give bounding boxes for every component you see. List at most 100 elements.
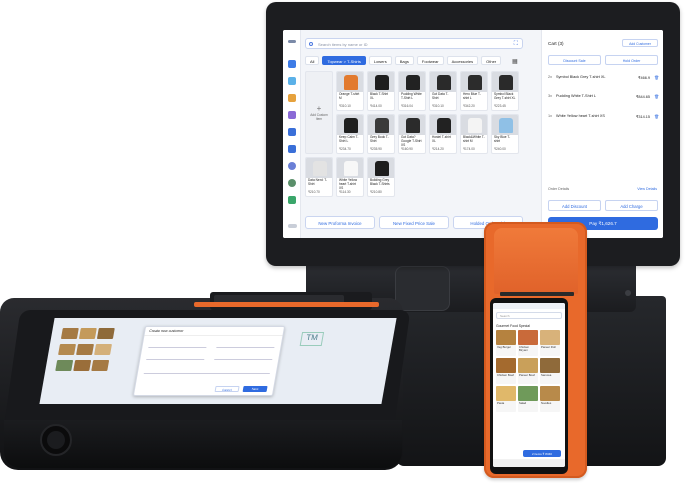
cart-item[interactable]: 1x White Yellow heart T-shirt XS ₹314.15… [548,114,660,122]
cart-item[interactable]: 3x Pudding White T-Shirt L ₹844.65 🗑 [548,94,660,102]
tshirt-icon [375,118,389,133]
delete-icon[interactable]: 🗑 [654,114,659,119]
catalog-icon[interactable] [288,94,296,102]
pos-hardware-scene: Search items by name or ID ⛶ All Topwear… [0,0,686,484]
handheld-menu-item[interactable]: Salad [518,386,538,412]
modal-save-button[interactable]: Save [242,386,268,392]
product-image [492,72,518,92]
modal-field[interactable] [146,355,206,360]
bag-icon[interactable] [288,60,296,68]
tab-lowers[interactable]: Lowers [368,56,392,65]
hold-order-button[interactable]: Hold Order [605,55,658,65]
product-card[interactable]: Black T-Shirt XL ₹414.00 [367,71,395,111]
food-thumbnail[interactable] [96,328,115,339]
product-card[interactable]: Building Grey Black T-Shirts ₹210.80 [367,157,395,197]
handheld-menu-item[interactable]: Pasta [496,386,516,412]
store-icon[interactable] [288,128,296,136]
toggle-icon[interactable] [288,224,297,228]
barcode-scan-icon[interactable]: ⛶ [514,41,518,48]
food-thumbnail[interactable] [58,344,76,355]
tab-accessories[interactable]: Accessories [446,56,479,65]
phone-icon[interactable] [288,77,296,85]
product-card[interactable]: Data Nerd: T-Shirt ₹210.70 [305,157,333,197]
product-name: Hostel T-shirt XL [432,135,451,143]
product-card[interactable]: Symbol Black Grey T-shirt XL ₹223.45 [491,71,519,111]
product-price: ₹160.90 [401,147,413,151]
handheld-title: Gourmet Food Special [496,324,530,328]
view-details-link[interactable]: View Details [637,187,657,191]
food-thumbnail[interactable] [78,328,97,339]
product-name: Building Grey Black T-Shirts [370,178,390,186]
tab-all[interactable]: All [305,56,320,65]
product-price: ₹210.80 [370,190,382,194]
food-image [518,386,538,401]
product-name: Pudding White T-Shirt L [401,92,422,100]
menu-item-label: Paneer Roll [541,345,556,349]
tab-bags[interactable]: Bags [394,56,414,65]
tab-topwear[interactable]: Topwear > T-Shirts [322,56,366,65]
product-image [337,115,363,135]
tab-other[interactable]: Other [481,56,502,65]
handheld-search-input[interactable]: Search [496,312,562,319]
modal-field[interactable] [214,355,274,360]
food-thumbnail[interactable] [76,344,94,355]
create-customer-modal: Create new customer Cancel Save [132,326,286,396]
handheld-menu-item[interactable]: Chicken Biryani [518,330,538,356]
modal-field[interactable] [143,369,271,374]
product-card[interactable]: Got Data T-Shirt ₹310.10 [429,71,457,111]
handheld-menu-item[interactable]: Paneer Roll [540,330,560,356]
tshirt-icon [437,75,451,90]
add-discount-button[interactable]: Add Discount [548,200,601,211]
add-custom-item-button[interactable]: + Add Custom Item [305,71,333,154]
delete-icon[interactable]: 🗑 [654,75,659,80]
handheld-item-grid: Veg Burger Chicken Biryani Paneer Roll Chic… [493,330,565,412]
product-image [430,115,456,135]
food-thumbnail[interactable] [91,360,110,371]
list-icon[interactable] [288,111,296,119]
add-customer-button[interactable]: Add Customer [622,39,658,47]
product-card[interactable]: Hostel T-shirt XL ₹214.20 [429,114,457,154]
product-card[interactable]: Pudding White T-Shirt L ₹316.04 [398,71,426,111]
handheld-menu-item[interactable]: Noodles [540,386,560,412]
modal-field[interactable] [148,343,208,348]
modal-title: Create new customer [144,327,284,336]
delete-icon[interactable]: 🗑 [654,94,659,99]
category-tabs: All Topwear > T-Shirts Lowers Bags Footw… [305,56,502,66]
settings-icon[interactable] [288,179,296,187]
food-image [540,358,560,373]
customers-icon[interactable] [288,145,296,153]
product-card[interactable]: Black&White T-shirt M ₹174.00 [460,114,488,154]
product-card[interactable]: Sky Blue T-shirt ₹240.00 [491,114,519,154]
modal-cancel-button[interactable]: Cancel [214,386,240,392]
handheld-pay-button[interactable]: 2 items ₹ 8340 [523,450,561,457]
new-fixed-price-sale-button[interactable]: New Fixed Price Sale [379,216,449,229]
food-thumbnail[interactable] [73,360,92,371]
product-card[interactable]: Keep Calm T-Shirt L ₹234.70 [336,114,364,154]
tab-footwear[interactable]: Footwear [416,56,444,65]
product-card[interactable]: Got Data? Google T-Shirt XS ₹160.90 [398,114,426,154]
modal-field[interactable] [216,343,276,348]
search-placeholder: Search items by name or ID [318,42,368,47]
add-charge-button[interactable]: Add Charge [605,200,658,211]
call-icon[interactable] [288,196,296,204]
food-thumbnail[interactable] [60,328,79,339]
product-card[interactable]: Hero Blue T-shirt L ₹342.20 [460,71,488,111]
product-card[interactable]: Grey Book T-Shirt ₹235.90 [367,114,395,154]
handheld-menu-item[interactable]: Veg Burger [496,330,516,356]
food-thumbnail[interactable] [94,344,112,355]
menu-icon[interactable] [288,40,296,43]
monitor-stand-neck [395,266,450,311]
reports-icon[interactable] [288,162,296,170]
food-thumbnail[interactable] [55,360,74,371]
grid-view-icon[interactable]: ▦ [512,58,518,65]
handheld-menu-item[interactable]: Chicken Bowl [496,358,516,384]
handheld-menu-item[interactable]: Samosa [540,358,560,384]
tshirt-icon [375,75,389,90]
product-card[interactable]: Orange T-shirt M ₹310.10 [336,71,364,111]
cart-item[interactable]: 2x Symbol Black Grey T-shirt XL ₹466.9 🗑 [548,75,660,83]
search-input[interactable]: Search items by name or ID ⛶ [305,38,523,49]
discount-sale-button[interactable]: Discount Sale [548,55,601,65]
new-proforma-invoice-button[interactable]: New Proforma Invoice [305,216,375,229]
product-card[interactable]: White Yellow heart T-shirt XS ₹114.30 [336,157,364,197]
handheld-menu-item[interactable]: Paneer Bowl [518,358,538,384]
